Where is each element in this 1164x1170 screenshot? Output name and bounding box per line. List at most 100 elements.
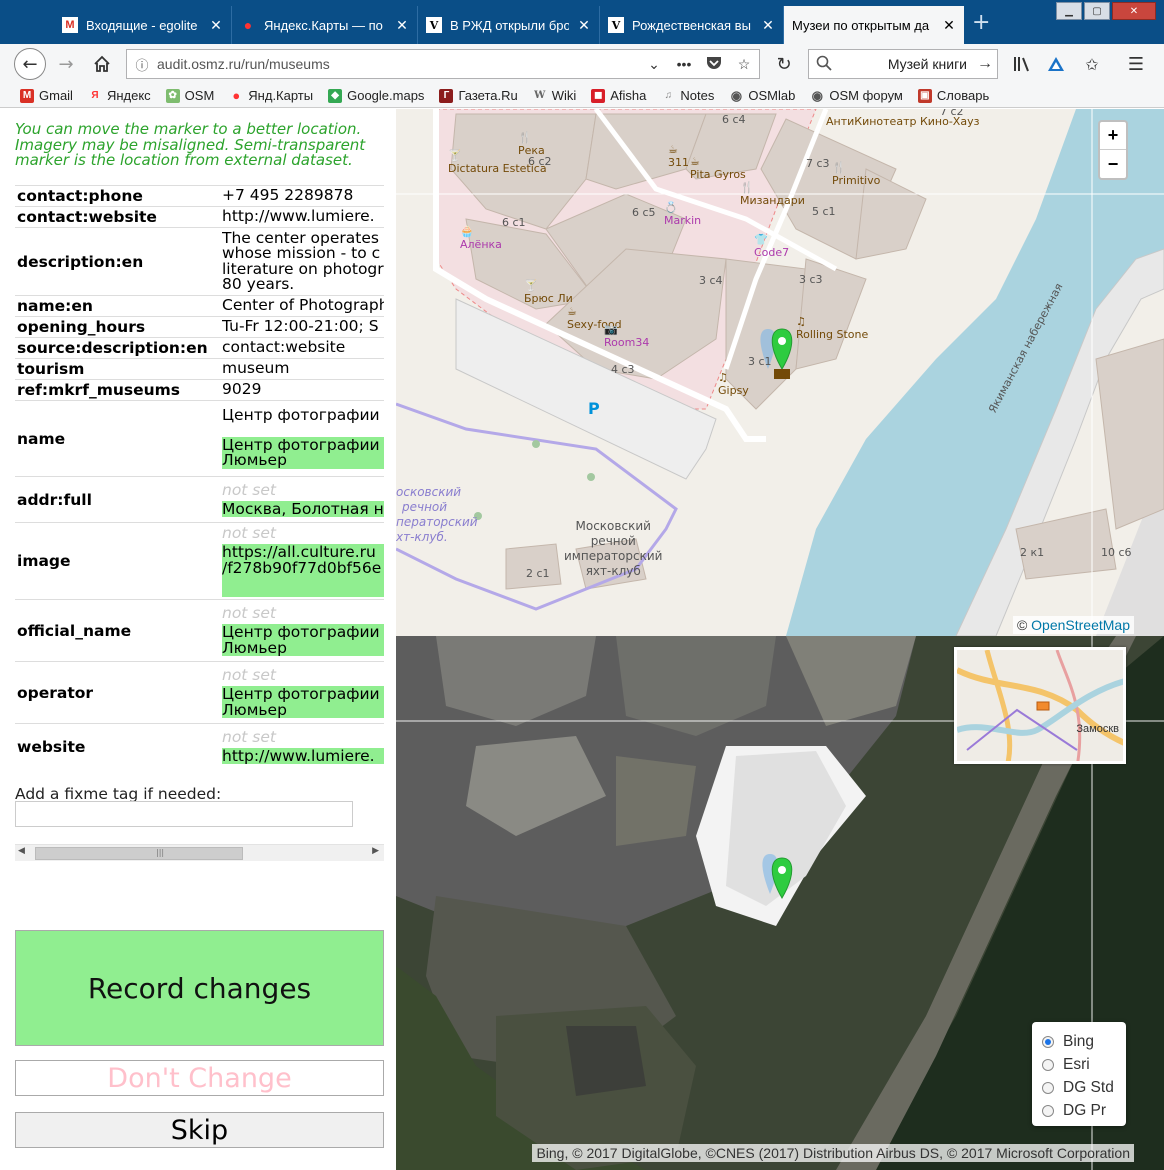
reload-button[interactable]: ↻	[768, 48, 800, 80]
tag-value[interactable]: not set http://www.lumiere.	[220, 724, 384, 769]
tag-key: opening_hours	[17, 318, 146, 336]
osm-attribution-link[interactable]: OpenStreetMap	[1031, 617, 1130, 633]
layer-option-bing[interactable]: Bing	[1042, 1030, 1116, 1053]
bookmark-osmlab[interactable]: ◉ OSMlab	[729, 88, 796, 104]
url-text[interactable]: audit.osmz.ru/run/museums	[157, 56, 639, 72]
proposed-value[interactable]: Центр фотографии и Люмьер	[222, 436, 384, 469]
back-button[interactable]: ←	[14, 48, 46, 80]
radio-icon[interactable]	[1042, 1058, 1054, 1071]
tab-christmas-news[interactable]: V Рождественская вы ✕	[600, 6, 784, 44]
proposed-value[interactable]: Центр фотографии и Люмьер	[222, 624, 384, 656]
zoom-in-button[interactable]: +	[1100, 122, 1126, 150]
radio-icon[interactable]	[1042, 1104, 1054, 1117]
tag-value[interactable]: not set Центр фотографии и Люмьер	[220, 600, 384, 661]
scroll-thumb[interactable]: |||	[35, 847, 243, 860]
dropdown-icon[interactable]: ⌄	[639, 56, 669, 73]
close-icon[interactable]: ✕	[577, 17, 591, 34]
new-tab-icon[interactable]: +	[972, 12, 990, 34]
bookmark-osm-forum[interactable]: ◉ OSM форум	[810, 88, 903, 104]
star-extension-icon[interactable]: ✩	[1080, 52, 1104, 76]
forward-button[interactable]: →	[50, 48, 82, 80]
poi-label: 🍸 Брюс Ли	[524, 279, 573, 305]
skip-button[interactable]: Skip	[15, 1112, 384, 1148]
url-bar[interactable]: ⓘ audit.osmz.ru/run/museums ⌄ ••• ☆	[126, 49, 760, 79]
tag-value[interactable]: not set https://all.culture.ru /f278b90f…	[220, 523, 384, 599]
bookmark-afisha[interactable]: ◼ Afisha	[591, 88, 646, 103]
menu-icon[interactable]: ☰	[1124, 52, 1148, 76]
satellite-map[interactable]: Замоскв Bing Esri DG Std DG Pr Bing, © 2…	[396, 636, 1164, 1170]
proposed-value[interactable]: Центр фотографии и Люмьер	[222, 686, 384, 718]
bookmark-notes[interactable]: ♫ Notes	[661, 88, 715, 103]
poi-label: ♫ Gipsy	[718, 371, 749, 397]
bookmark-google-maps[interactable]: ◆ Google.maps	[328, 88, 424, 103]
tab-yandex-maps[interactable]: ● Яндекс.Карты — по ✕	[232, 6, 418, 44]
sync-icon[interactable]	[1044, 52, 1068, 76]
zoom-out-button[interactable]: −	[1100, 150, 1126, 178]
search-go-icon[interactable]: →	[973, 55, 997, 73]
imagery-layer-switcher: Bing Esri DG Std DG Pr	[1032, 1022, 1126, 1126]
building-number: 2 c1	[526, 567, 550, 580]
close-icon[interactable]: ✕	[209, 17, 223, 34]
home-icon	[94, 55, 110, 72]
home-button[interactable]	[86, 48, 118, 80]
tab-title: Музеи по открытым да	[792, 17, 930, 33]
maximize-icon[interactable]: ▢	[1084, 2, 1110, 20]
layer-option-esri[interactable]: Esri	[1042, 1053, 1116, 1076]
tag-row: source:description:en contact:website	[15, 337, 384, 358]
more-actions-icon[interactable]: •••	[669, 56, 699, 72]
tag-row: contact:phone +7 495 2289878	[15, 185, 384, 206]
proposed-value[interactable]: http://www.lumiere.	[222, 747, 384, 765]
scroll-left-icon[interactable]: ◀	[18, 846, 25, 856]
search-input[interactable]: Музей книги	[839, 56, 973, 72]
tag-value[interactable]: Центр фотографии и Центр фотографии и Лю…	[220, 401, 384, 476]
layer-option-dg-std[interactable]: DG Std	[1042, 1076, 1116, 1099]
osm-map[interactable]: 6 c4 6 c2 7 c3 6 c5 5 c1 6 c1 3 c4 3 c3 …	[396, 109, 1164, 636]
route-label: осковский речной ператорский хт-клуб.	[396, 485, 478, 544]
bookmark-osm[interactable]: ✿ OSM	[165, 88, 214, 103]
proposed-value[interactable]: Москва, Болотная н	[222, 500, 384, 518]
minimap[interactable]: Замоскв	[954, 647, 1126, 764]
tag-value[interactable]: not set Центр фотографии и Люмьер	[220, 662, 384, 723]
library-icon[interactable]	[1010, 52, 1034, 76]
tag-row: name:en Center of Photograph	[15, 295, 384, 316]
tag-value: museum	[222, 361, 290, 377]
close-icon[interactable]: ✕	[761, 17, 775, 34]
scroll-right-icon[interactable]: ▶	[372, 846, 379, 856]
horizontal-scrollbar[interactable]: ◀ ||| ▶	[15, 844, 384, 861]
info-icon[interactable]: ⓘ	[127, 55, 157, 74]
radio-icon[interactable]	[1042, 1081, 1054, 1094]
tag-value[interactable]: not set Москва, Болотная н	[220, 477, 384, 522]
minimize-icon[interactable]: ▁	[1056, 2, 1082, 20]
reload-icon: ↻	[776, 53, 792, 75]
pocket-icon[interactable]	[699, 56, 729, 73]
proposed-value[interactable]: https://all.culture.ru /f278b90f77d0bf56…	[222, 544, 384, 597]
bookmark-yandex-maps[interactable]: ● Янд.Карты	[229, 88, 313, 103]
close-icon[interactable]: ✕	[942, 17, 956, 34]
bookmark-yandex[interactable]: Я Яндекс	[88, 88, 150, 103]
bookmark-wiki[interactable]: W Wiki	[533, 88, 576, 103]
building-number: 3 c3	[799, 273, 823, 286]
record-changes-button[interactable]: Record changes	[15, 930, 384, 1046]
bookmark-star-icon[interactable]: ☆	[729, 56, 759, 73]
bookmark-dictionary[interactable]: ▣ Словарь	[917, 88, 989, 103]
tab-gmail[interactable]: M Входящие - egolite ✕	[54, 6, 232, 44]
tag-key: ref:mkrf_museums	[17, 381, 181, 399]
layer-option-dg-pr[interactable]: DG Pr	[1042, 1099, 1116, 1122]
gmail-icon: M	[20, 88, 34, 103]
bookmark-gazeta[interactable]: Г Газета.Ru	[439, 88, 518, 103]
notes-icon: ♫	[664, 90, 673, 101]
bookmark-gmail[interactable]: M Gmail	[20, 88, 73, 103]
radio-selected-icon[interactable]	[1042, 1035, 1054, 1048]
osm-attribution: © OpenStreetMap	[1012, 616, 1134, 634]
dont-change-button[interactable]: Don't Change	[15, 1060, 384, 1096]
tab-rzd-news[interactable]: V В РЖД открыли бро ✕	[418, 6, 600, 44]
window-close-icon[interactable]: ✕	[1112, 2, 1156, 20]
search-bar[interactable]: Музей книги →	[808, 49, 998, 79]
fixme-input[interactable]	[15, 801, 353, 827]
tab-museums-active[interactable]: Музеи по открытым да ✕	[784, 6, 964, 44]
close-icon[interactable]: ✕	[395, 17, 409, 34]
building-number: 5 c1	[812, 205, 836, 218]
tag-value: Tu-Fr 12:00-21:00; S	[222, 319, 379, 335]
forward-arrow-icon: →	[58, 53, 74, 75]
building-number: 2 к1	[1020, 546, 1045, 559]
